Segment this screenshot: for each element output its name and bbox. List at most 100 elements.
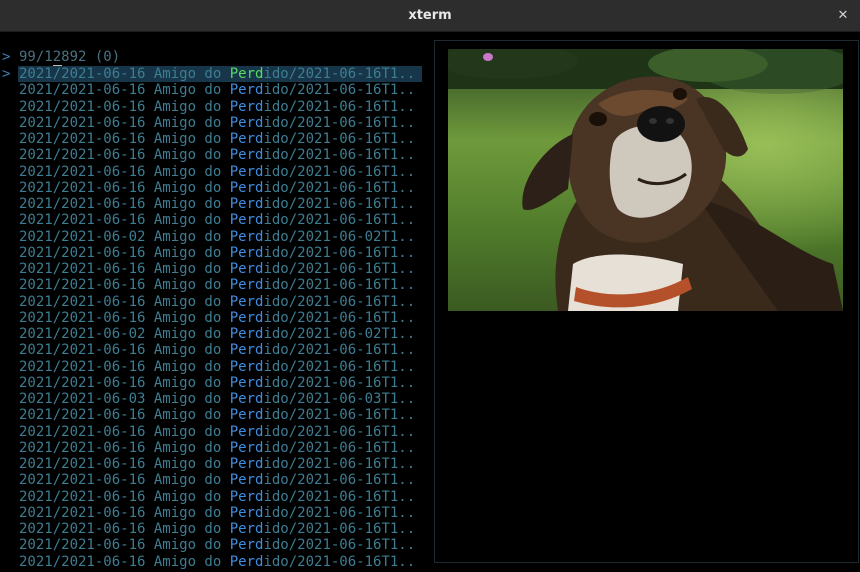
list-item[interactable]: 2021/2021-06-16 Amigo do Perdido/2021-06… [0,537,430,553]
list-item-label: 2021/2021-06-16 Amigo do Perdido/2021-06… [19,456,415,472]
title-bar[interactable]: xterm ✕ [0,0,860,32]
list-item-label: 2021/2021-06-16 Amigo do Perdido/2021-06… [19,147,415,163]
item-suffix: ido/2021-06-16T1.. [263,407,416,424]
item-prefix: 2021/2021-06-16 Amigo do [19,504,230,521]
match-highlight: Perd [229,456,264,472]
list-item-label: 2021/2021-06-16 Amigo do Perdido/2021-06… [19,277,415,293]
item-prefix: 2021/2021-06-16 Amigo do [19,147,230,164]
list-item-label: 2021/2021-06-16 Amigo do Perdido/2021-06… [19,212,415,228]
match-highlight: Perd [229,423,264,440]
item-suffix: ido/2021-06-02T1.. [263,228,416,245]
fzf-list-pane[interactable]: > perd 99/12892 (0) >2021/2021-06-16 Ami… [0,32,430,572]
list-item-label: 2021/2021-06-16 Amigo do Perdido/2021-06… [19,180,415,196]
item-suffix: ido/2021-06-16T1.. [263,212,416,229]
item-prefix: 2021/2021-06-16 Amigo do [19,423,230,440]
list-item-label: 2021/2021-06-16 Amigo do Perdido/2021-06… [19,245,415,261]
list-item[interactable]: 2021/2021-06-16 Amigo do Perdido/2021-06… [0,115,430,131]
item-prefix: 2021/2021-06-16 Amigo do [19,342,230,359]
list-item-selected[interactable]: >2021/2021-06-16 Amigo do Perdido/2021-0… [0,66,430,82]
list-item-label: 2021/2021-06-16 Amigo do Perdido/2021-06… [19,131,415,147]
close-icon[interactable]: ✕ [834,7,852,25]
list-item-label: 2021/2021-06-03 Amigo do Perdido/2021-06… [19,391,415,407]
list-item[interactable]: 2021/2021-06-16 Amigo do Perdido/2021-06… [0,212,430,228]
item-suffix: ido/2021-06-02T1.. [263,326,416,342]
item-prefix: 2021/2021-06-16 Amigo do [19,277,230,294]
list-item[interactable]: 2021/2021-06-16 Amigo do Perdido/2021-06… [0,489,430,505]
list-item[interactable]: 2021/2021-06-16 Amigo do Perdido/2021-06… [0,99,430,115]
item-prefix: 2021/2021-06-16 Amigo do [19,114,230,131]
list-item[interactable]: 2021/2021-06-16 Amigo do Perdido/2021-06… [0,82,430,98]
list-item[interactable]: 2021/2021-06-16 Amigo do Perdido/2021-06… [0,294,430,310]
item-suffix: ido/2021-06-16T1.. [263,293,416,310]
item-suffix: ido/2021-06-16T1.. [263,179,416,196]
selection-marker: > [2,66,11,82]
preview-pane [434,40,859,563]
match-highlight: Perd [229,98,264,115]
item-suffix: ido/2021-06-16T1.. [263,98,416,115]
list-item-label: 2021/2021-06-16 Amigo do Perdido/2021-06… [19,537,415,553]
match-highlight: Perd [229,244,264,261]
item-suffix: ido/2021-06-16T1.. [263,163,416,180]
item-suffix: ido/2021-06-16T1.. [263,244,416,261]
item-suffix: ido/2021-06-16T1.. [263,114,416,131]
list-item[interactable]: 2021/2021-06-16 Amigo do Perdido/2021-06… [0,456,430,472]
item-suffix: ido/2021-06-16T1.. [263,82,416,99]
match-count: 99/12892 (0) [19,49,121,65]
item-prefix: 2021/2021-06-02 Amigo do [19,228,230,245]
list-item[interactable]: 2021/2021-06-16 Amigo do Perdido/2021-06… [0,131,430,147]
list-item[interactable]: 2021/2021-06-16 Amigo do Perdido/2021-06… [0,407,430,423]
list-item[interactable]: 2021/2021-06-02 Amigo do Perdido/2021-06… [0,229,430,245]
list-item[interactable]: 2021/2021-06-16 Amigo do Perdido/2021-06… [0,277,430,293]
item-suffix: ido/2021-06-16T1.. [263,488,416,505]
item-suffix: ido/2021-06-16T1.. [263,553,416,570]
item-suffix: ido/2021-06-16T1.. [263,196,416,212]
list-item-label: 2021/2021-06-16 Amigo do Perdido/2021-06… [19,342,415,358]
list-item[interactable]: 2021/2021-06-16 Amigo do Perdido/2021-06… [0,342,430,358]
match-highlight: Perd [229,179,264,196]
item-suffix: ido/2021-06-16T1.. [263,261,416,277]
list-item[interactable]: 2021/2021-06-16 Amigo do Perdido/2021-06… [0,375,430,391]
item-prefix: 2021/2021-06-16 Amigo do [19,244,230,261]
match-highlight: Perd [229,212,264,229]
list-item-label: 2021/2021-06-02 Amigo do Perdido/2021-06… [19,229,415,245]
item-suffix: ido/2021-06-03T1.. [263,391,416,407]
item-suffix: ido/2021-06-16T1.. [263,131,416,147]
list-item[interactable]: 2021/2021-06-16 Amigo do Perdido/2021-06… [0,261,430,277]
list-item[interactable]: 2021/2021-06-16 Amigo do Perdido/2021-06… [0,521,430,537]
list-item[interactable]: 2021/2021-06-16 Amigo do Perdido/2021-06… [0,472,430,488]
list-item[interactable]: 2021/2021-06-16 Amigo do Perdido/2021-06… [0,196,430,212]
list-item[interactable]: 2021/2021-06-16 Amigo do Perdido/2021-06… [0,359,430,375]
match-highlight: Perd [229,391,264,407]
list-item-label: 2021/2021-06-16 Amigo do Perdido/2021-06… [19,294,415,310]
item-prefix: 2021/2021-06-16 Amigo do [19,537,230,554]
list-item-label: 2021/2021-06-16 Amigo do Perdido/2021-06… [19,82,415,98]
match-highlight: Perd [229,488,264,505]
list-item[interactable]: 2021/2021-06-03 Amigo do Perdido/2021-06… [0,391,430,407]
list-item-label: 2021/2021-06-16 Amigo do Perdido/2021-06… [19,424,415,440]
list-item[interactable]: 2021/2021-06-16 Amigo do Perdido/2021-06… [0,440,430,456]
item-suffix: ido/2021-06-16T1.. [263,456,416,472]
match-highlight: Perd [229,147,264,164]
list-item[interactable]: 2021/2021-06-16 Amigo do Perdido/2021-06… [0,424,430,440]
item-prefix: 2021/2021-06-16 Amigo do [19,488,230,505]
prompt-line[interactable]: > perd [0,33,430,82]
list-item[interactable]: 2021/2021-06-16 Amigo do Perdido/2021-06… [0,164,430,180]
item-prefix: 2021/2021-06-16 Amigo do [19,163,230,180]
item-prefix: 2021/2021-06-16 Amigo do [19,261,230,277]
match-highlight: Perd [229,472,264,489]
match-highlight: Perd [229,521,264,537]
list-item[interactable]: 2021/2021-06-16 Amigo do Perdido/2021-06… [0,554,430,570]
item-prefix: 2021/2021-06-16 Amigo do [19,82,230,99]
match-highlight: Perd [229,196,264,212]
list-item[interactable]: 2021/2021-06-02 Amigo do Perdido/2021-06… [0,326,430,342]
match-highlight: Perd [229,407,264,424]
list-item[interactable]: 2021/2021-06-16 Amigo do Perdido/2021-06… [0,147,430,163]
item-suffix: ido/2021-06-16T1.. [263,374,416,391]
list-item[interactable]: 2021/2021-06-16 Amigo do Perdido/2021-06… [0,505,430,521]
list-item[interactable]: 2021/2021-06-16 Amigo do Perdido/2021-06… [0,310,430,326]
list-item[interactable]: 2021/2021-06-16 Amigo do Perdido/2021-06… [0,245,430,261]
list-item[interactable]: 2021/2021-06-16 Amigo do Perdido/2021-06… [0,180,430,196]
match-highlight: Perd [229,326,264,342]
item-prefix: 2021/2021-06-16 Amigo do [19,98,230,115]
xterm-window: xterm ✕ > perd 99/12892 (0) >2021/2021-0… [0,0,860,572]
